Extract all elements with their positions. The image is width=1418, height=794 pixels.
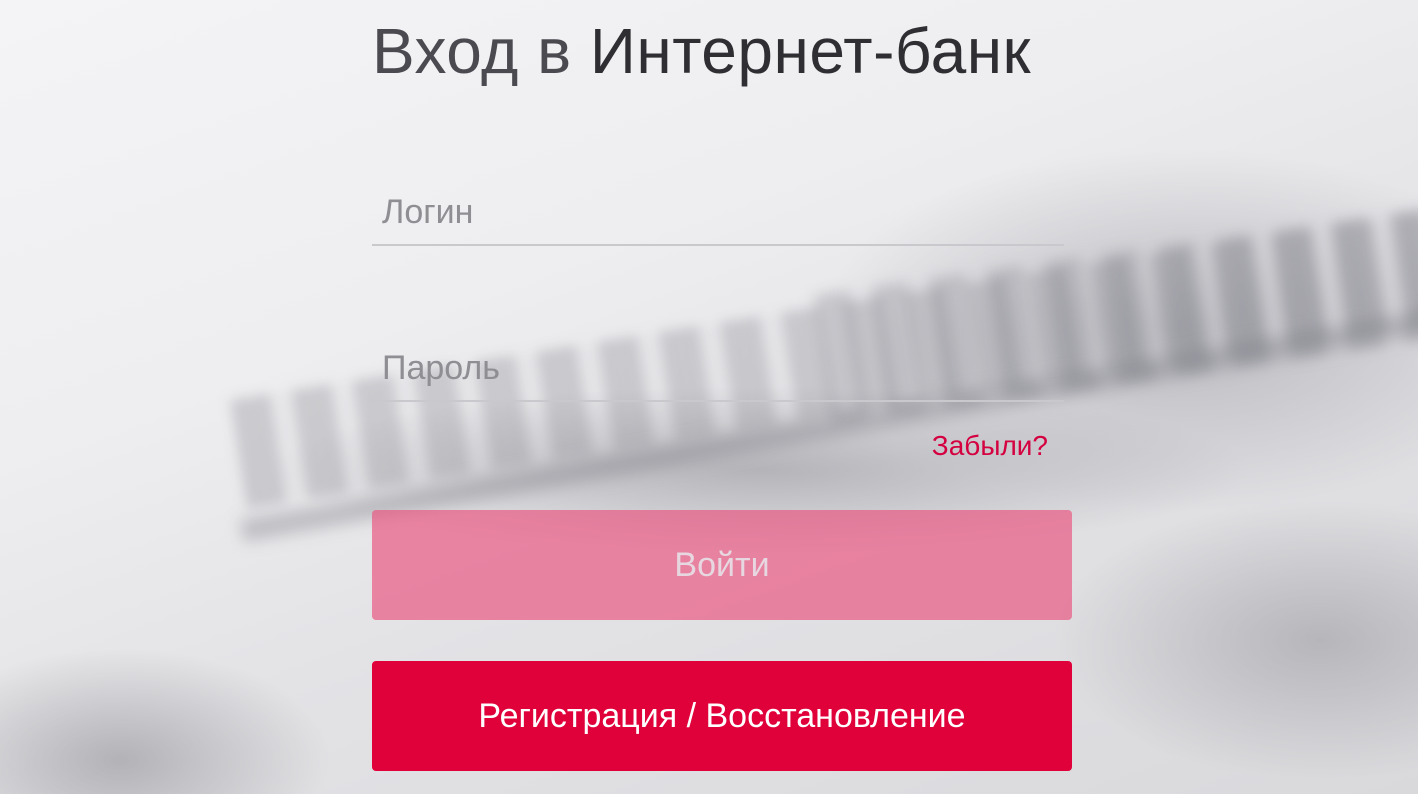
register-restore-button[interactable]: Регистрация / Восстановление (372, 661, 1072, 771)
page-title: Вход в Интернет-банк (372, 14, 1072, 88)
login-field-wrapper (372, 180, 1064, 246)
password-input[interactable] (372, 336, 1064, 400)
password-field-wrapper (372, 336, 1064, 402)
page-title-main: Интернет-банк (589, 15, 1032, 87)
login-input[interactable] (372, 180, 1064, 244)
login-button[interactable]: Войти (372, 510, 1072, 620)
page-title-prefix: Вход в (372, 15, 572, 87)
login-page: Вход в Интернет-банк Забыли? Войти Регис… (0, 0, 1418, 794)
forgot-password-link[interactable]: Забыли? (932, 430, 1048, 462)
